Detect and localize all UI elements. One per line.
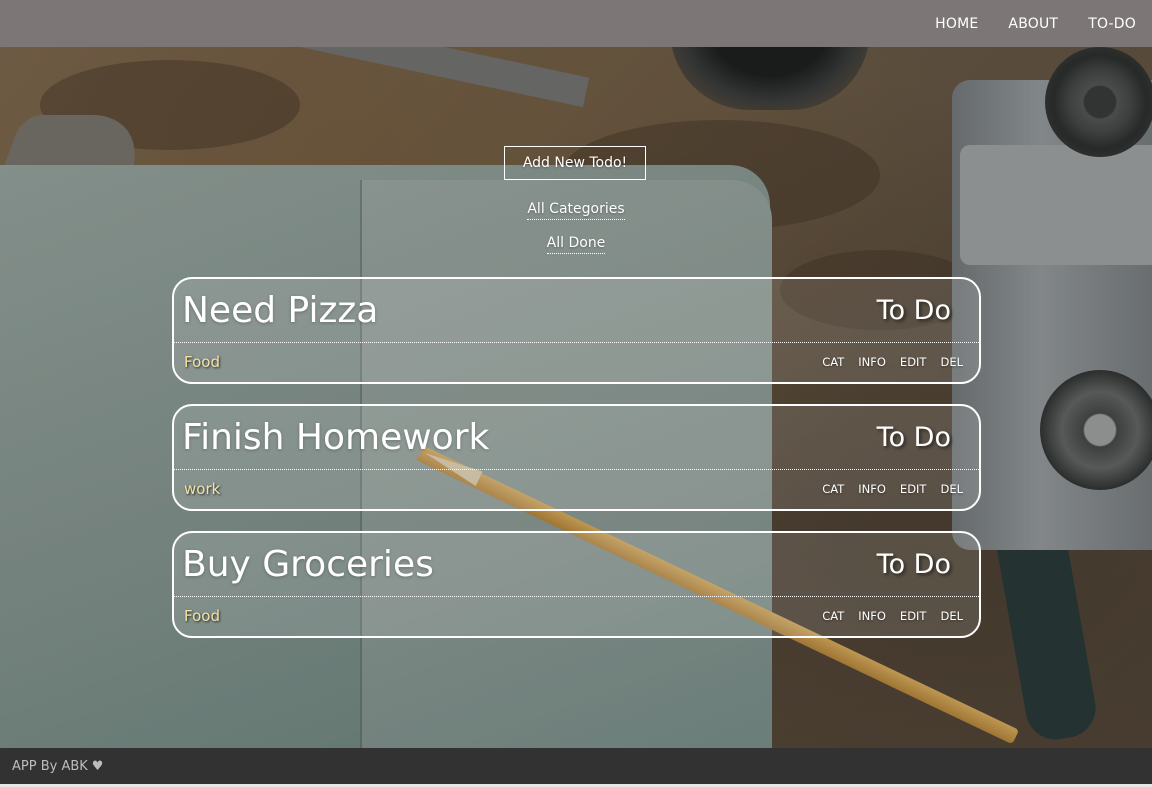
nav-links: HOME ABOUT TO-DO: [905, 0, 1136, 47]
delete-button[interactable]: DEL: [940, 354, 963, 370]
todo-status: To Do: [876, 549, 951, 580]
footer: APP By ABK ♥: [0, 748, 1152, 784]
todo-title: Finish Homework: [182, 417, 490, 458]
todo-title: Need Pizza: [182, 290, 379, 331]
todo-actions: CAT INFO EDIT DEL: [808, 481, 963, 497]
footer-credit: APP By ABK: [12, 758, 88, 774]
info-button[interactable]: INFO: [858, 481, 886, 497]
todo-category: work: [184, 480, 221, 498]
add-new-todo-button[interactable]: Add New Todo!: [504, 146, 646, 180]
navbar: HOME ABOUT TO-DO: [0, 0, 1152, 47]
todo-actions: CAT INFO EDIT DEL: [808, 608, 963, 624]
all-categories-link[interactable]: All Categories: [527, 201, 625, 220]
cat-button[interactable]: CAT: [822, 481, 844, 497]
todo-header: Need Pizza To Do: [174, 279, 979, 343]
cat-button[interactable]: CAT: [822, 608, 844, 624]
delete-button[interactable]: DEL: [940, 608, 963, 624]
todo-card: Need Pizza To Do Food CAT INFO EDIT DEL: [172, 277, 981, 384]
all-done-link[interactable]: All Done: [546, 235, 606, 254]
edit-button[interactable]: EDIT: [900, 354, 927, 370]
todo-title: Buy Groceries: [182, 544, 434, 585]
todo-category: Food: [184, 607, 220, 625]
todo-category: Food: [184, 353, 220, 371]
info-button[interactable]: INFO: [858, 354, 886, 370]
filter-all-categories: All Categories: [0, 198, 1152, 220]
nav-home-link[interactable]: HOME: [935, 16, 978, 32]
todo-header: Finish Homework To Do: [174, 406, 979, 470]
todo-card: Finish Homework To Do work CAT INFO EDIT…: [172, 404, 981, 511]
filter-all-done: All Done: [0, 232, 1152, 254]
todo-card: Buy Groceries To Do Food CAT INFO EDIT D…: [172, 531, 981, 638]
nav-about-link[interactable]: ABOUT: [1008, 16, 1058, 32]
delete-button[interactable]: DEL: [940, 481, 963, 497]
heart-icon: ♥: [91, 758, 104, 774]
edit-button[interactable]: EDIT: [900, 608, 927, 624]
todo-status: To Do: [876, 422, 951, 453]
nav-todo-link[interactable]: TO-DO: [1088, 16, 1136, 32]
todo-header: Buy Groceries To Do: [174, 533, 979, 597]
edit-button[interactable]: EDIT: [900, 481, 927, 497]
cat-button[interactable]: CAT: [822, 354, 844, 370]
info-button[interactable]: INFO: [858, 608, 886, 624]
main-content: Add New Todo! All Categories All Done Ne…: [0, 47, 1152, 748]
todo-list: Need Pizza To Do Food CAT INFO EDIT DEL …: [172, 277, 981, 658]
todo-status: To Do: [876, 295, 951, 326]
todo-actions: CAT INFO EDIT DEL: [808, 354, 963, 370]
